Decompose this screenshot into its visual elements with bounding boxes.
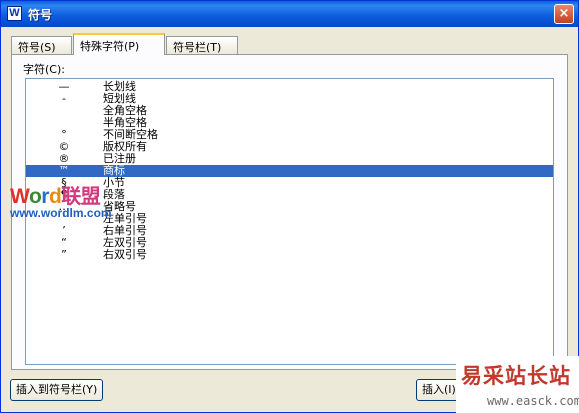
- wps-writer-icon: W: [7, 6, 22, 21]
- watermark-letter: d: [48, 185, 62, 208]
- easck-watermark: 易采站长站 www.easck.com: [456, 356, 579, 413]
- watermark-url: www.wordlm.com: [10, 206, 112, 220]
- close-button[interactable]: ×: [554, 4, 574, 24]
- watermark-letter: W: [10, 185, 29, 208]
- insert-button[interactable]: 插入(I): [416, 379, 462, 401]
- tab-symbol-bar[interactable]: 符号栏(T): [166, 36, 238, 54]
- wordlm-watermark: Word联盟 www.wordlm.com: [10, 180, 112, 220]
- title-bar[interactable]: W 符号 ×: [1, 1, 578, 27]
- watermark-cn: 联盟: [61, 186, 101, 208]
- character-label: 字符(C):: [23, 63, 65, 76]
- watermark-letter: r: [41, 185, 49, 208]
- tab-special-characters[interactable]: 特殊字符(P): [73, 33, 165, 55]
- close-icon: ×: [558, 6, 570, 21]
- insert-to-symbol-bar-button[interactable]: 插入到符号栏(Y): [10, 379, 104, 401]
- character-name: 右双引号: [103, 248, 147, 261]
- character-symbol: ”: [61, 248, 67, 261]
- dialog-title: 符号: [28, 8, 53, 22]
- list-item[interactable]: ” 右双引号: [26, 249, 553, 261]
- character-list[interactable]: — 长划线 - 短划线 全角空格 半角空格 ° 不间断空格 © 版权所有 ® 已注册 ™ 商标 § 小节 ¶ 段落…: [25, 78, 554, 365]
- tab-symbols[interactable]: 符号(S): [11, 36, 72, 54]
- watermark-letter: o: [28, 185, 42, 208]
- watermark-url: www.easck.com: [487, 394, 579, 408]
- watermark-cn: 易采站长站: [461, 363, 571, 388]
- character-symbol: -: [62, 92, 66, 105]
